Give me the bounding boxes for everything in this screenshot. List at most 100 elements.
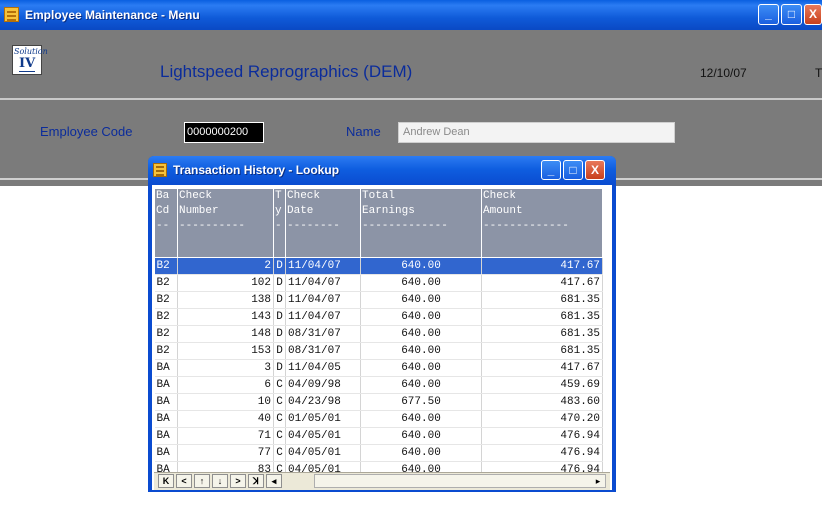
check-number-cell: 6 [177,376,274,394]
col-check-date[interactable]: Check Date -------- [285,188,361,258]
check-date-cell: 11/04/07 [285,291,361,309]
previous-record-icon[interactable]: ↑ [194,474,210,488]
maximize-button[interactable]: □ [781,4,802,25]
company-name: Lightspeed Reprographics (DEM) [160,62,413,81]
check-amount-cell: 459.69 [481,376,603,394]
table-row[interactable]: BA 40 C 01/05/01 640.00 470.20 [154,410,603,428]
col-check-amount[interactable]: Check Amount ------------- [481,188,603,258]
logo-small-text: Solution [14,47,48,56]
minimize-button[interactable]: _ [758,4,779,25]
check-date-cell: 11/04/07 [285,257,361,275]
scroll-left-icon[interactable]: ◂ [266,474,282,488]
last-record-icon[interactable]: ꓘ [248,474,264,488]
table-row[interactable]: B2 102 D 11/04/07 640.00 417.67 [154,274,603,292]
col-bank-code[interactable]: Ba Cd -- [154,188,178,258]
app-table-icon [4,7,19,22]
header-extra-text: T/ [815,66,822,80]
table-row[interactable]: B2 148 D 08/31/07 640.00 681.35 [154,325,603,343]
check-amount-cell: 681.35 [481,342,603,360]
check-date-cell: 08/31/07 [285,342,361,360]
table-row[interactable]: B2 153 D 08/31/07 640.00 681.35 [154,342,603,360]
bank-code-cell: B2 [154,325,178,343]
type-cell: C [273,410,286,428]
table-row[interactable]: BA 71 C 04/05/01 640.00 476.94 [154,427,603,445]
total-earnings-cell: 640.00 [360,427,482,445]
type-cell: C [273,427,286,445]
col-check-number[interactable]: Check Number ---------- [177,188,274,258]
total-earnings-cell: 640.00 [360,308,482,326]
total-earnings-cell: 640.00 [360,359,482,377]
check-date-cell: 04/09/98 [285,376,361,394]
col-total-earnings[interactable]: Total Earnings ------------- [360,188,482,258]
table-row[interactable]: BA 3 D 11/04/05 640.00 417.67 [154,359,603,377]
name-label: Name [346,124,381,139]
check-amount-cell: 681.35 [481,308,603,326]
lookup-window-title: Transaction History - Lookup [173,163,340,177]
check-number-cell: 102 [177,274,274,292]
check-amount-cell: 417.67 [481,274,603,292]
total-earnings-cell: 640.00 [360,376,482,394]
type-cell: D [273,325,286,343]
employee-code-label: Employee Code [40,124,133,139]
lookup-maximize-button[interactable]: □ [563,160,583,180]
total-earnings-cell: 677.50 [360,393,482,411]
check-date-cell: 04/05/01 [285,427,361,445]
previous-page-icon[interactable]: < [176,474,192,488]
check-date-cell: 11/04/07 [285,274,361,292]
bank-code-cell: BA [154,359,178,377]
bank-code-cell: BA [154,376,178,394]
next-page-icon[interactable]: > [230,474,246,488]
employee-code-field[interactable]: 0000000200 [184,122,264,143]
type-cell: D [273,308,286,326]
name-field[interactable]: Andrew Dean [398,122,675,143]
lookup-body: Ba Cd -- Check Number ---------- T y - C… [152,185,612,490]
col-type[interactable]: T y - [273,188,286,258]
check-amount-cell: 483.60 [481,393,603,411]
type-cell: D [273,257,286,275]
table-row[interactable]: B2 138 D 11/04/07 640.00 681.35 [154,291,603,309]
table-row[interactable]: BA 10 C 04/23/98 677.50 483.60 [154,393,603,411]
check-date-cell: 11/04/07 [285,308,361,326]
transaction-table: Ba Cd -- Check Number ---------- T y - C… [154,188,603,479]
type-cell: C [273,393,286,411]
close-button[interactable]: X [804,4,822,25]
lookup-close-button[interactable]: X [585,160,605,180]
bank-code-cell: B2 [154,342,178,360]
check-amount-cell: 417.67 [481,359,603,377]
check-date-cell: 08/31/07 [285,325,361,343]
solution-iv-logo: Solution IV [12,45,48,75]
check-number-cell: 2 [177,257,274,275]
check-date-cell: 01/05/01 [285,410,361,428]
table-header-row: Ba Cd -- Check Number ---------- T y - C… [154,188,603,258]
check-amount-cell: 417.67 [481,257,603,275]
table-row[interactable]: B2 2 D 11/04/07 640.00 417.67 [154,257,603,275]
bank-code-cell: B2 [154,257,178,275]
total-earnings-cell: 640.00 [360,257,482,275]
main-window-title: Employee Maintenance - Menu [25,8,200,22]
table-row[interactable]: B2 143 D 11/04/07 640.00 681.35 [154,308,603,326]
next-record-icon[interactable]: ↓ [212,474,228,488]
total-earnings-cell: 640.00 [360,342,482,360]
scroll-right-icon[interactable]: ▸ [591,475,605,487]
table-row[interactable]: BA 6 C 04/09/98 640.00 459.69 [154,376,603,394]
total-earnings-cell: 640.00 [360,410,482,428]
check-number-cell: 10 [177,393,274,411]
main-titlebar[interactable]: Employee Maintenance - Menu _ □ X [0,0,822,30]
first-record-icon[interactable]: K [158,474,174,488]
lookup-minimize-button[interactable]: _ [541,160,561,180]
type-cell: D [273,274,286,292]
check-number-cell: 77 [177,444,274,462]
lookup-titlebar[interactable]: Transaction History - Lookup _ □ X [148,156,616,185]
horizontal-scrollbar[interactable]: ▸ [314,474,606,488]
lookup-nav-bar: K < ↑ ↓ > ꓘ ◂ ▸ [154,472,610,490]
check-number-cell: 153 [177,342,274,360]
check-number-cell: 148 [177,325,274,343]
bank-code-cell: BA [154,410,178,428]
header-date: 12/10/07 [700,66,747,80]
check-amount-cell: 681.35 [481,291,603,309]
bank-code-cell: BA [154,393,178,411]
table-row[interactable]: BA 77 C 04/05/01 640.00 476.94 [154,444,603,462]
bank-code-cell: BA [154,444,178,462]
lookup-table-icon [153,163,167,177]
check-amount-cell: 476.94 [481,444,603,462]
